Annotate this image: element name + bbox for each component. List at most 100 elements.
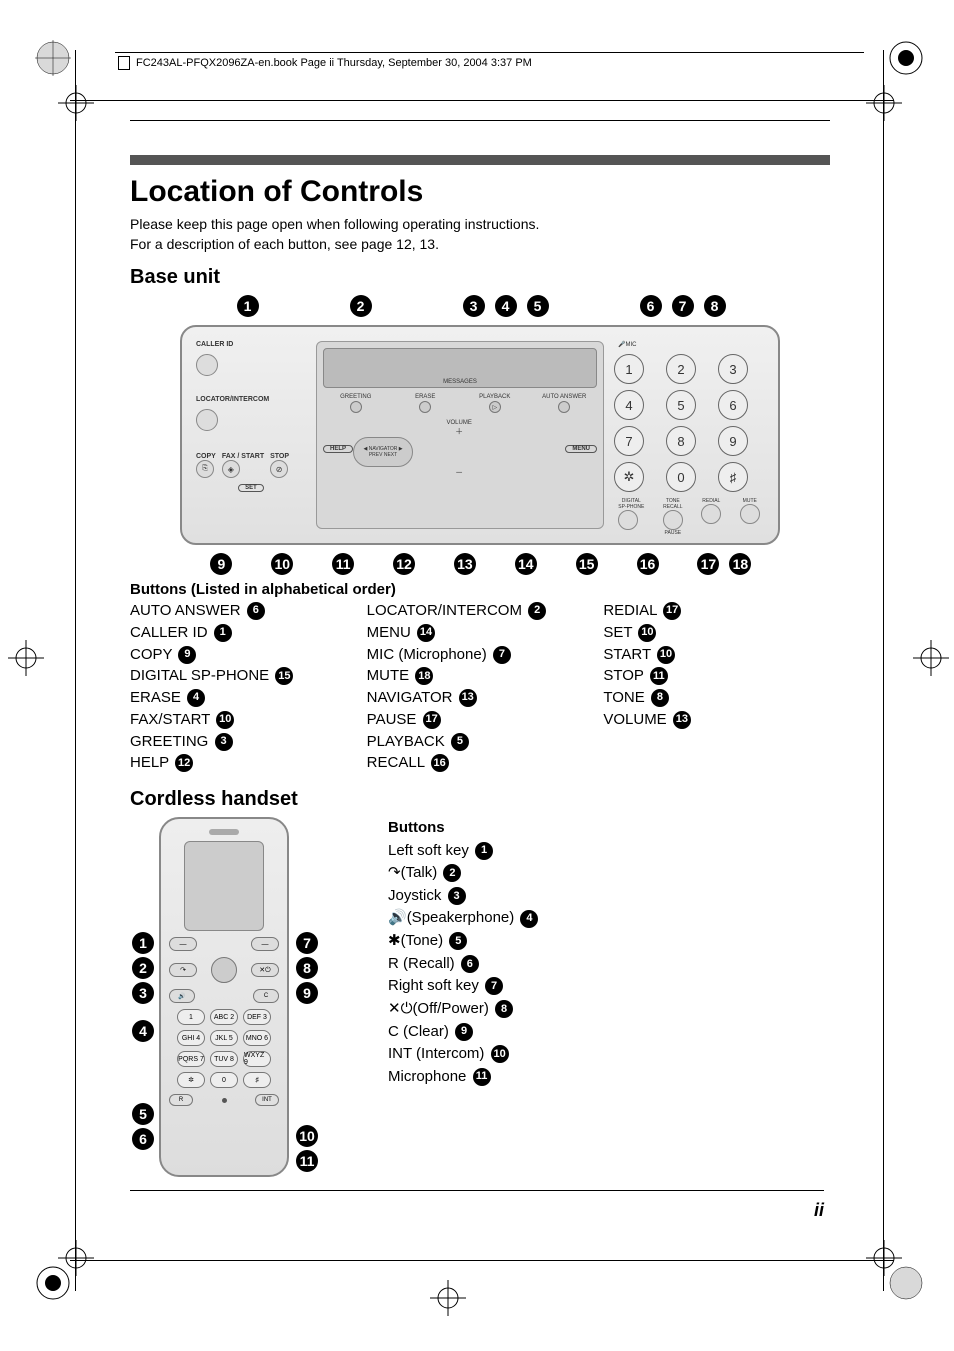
handset-screen	[184, 841, 264, 931]
callout-number: 1	[132, 932, 154, 954]
callout-number: 12	[175, 754, 193, 772]
button-label: HELP	[130, 754, 173, 771]
callout-number: 14	[417, 624, 435, 642]
callout-number: 7	[493, 646, 511, 664]
handset-button-label: C (Clear)	[388, 1023, 453, 1040]
handset-buttons-list: Buttons Left soft key 1↷ (Talk) 2Joystic…	[388, 817, 538, 1088]
caller-id-button	[196, 354, 218, 376]
button-label: COPY	[130, 646, 176, 663]
button-list-item: COPY 9	[130, 644, 357, 666]
button-label: MIC (Microphone)	[367, 646, 491, 663]
handset-button-item: R (Recall) 6	[388, 953, 538, 976]
callout-number: 14	[515, 553, 537, 575]
button-label: START	[603, 646, 655, 663]
handset-button-label: Left soft key	[388, 842, 473, 859]
callout-number: 11	[473, 1068, 491, 1086]
callout-number: 4	[495, 295, 517, 317]
keypad-key: 2	[666, 354, 696, 384]
button-list-item: SET 10	[603, 622, 830, 644]
button-list-item: GREETING 3	[130, 731, 357, 753]
callout-number: 10	[491, 1045, 509, 1063]
handset-button-label: INT (Intercom)	[388, 1045, 489, 1062]
label-copy: COPY	[196, 453, 216, 460]
crosshair-icon	[8, 640, 44, 676]
button-list-item: PAUSE 17	[367, 709, 594, 731]
button-label: MENU	[367, 624, 415, 641]
handset-button-label: Right soft key	[388, 977, 483, 994]
base-unit-diagram: 12345678 CALLER ID LOCATOR/INTERCOM COPY…	[160, 295, 800, 575]
button-list-item: CALLER ID 1	[130, 622, 357, 644]
handset-button-label: (Talk)	[401, 864, 442, 881]
button-label: NAVIGATOR	[367, 689, 457, 706]
crop-line-top	[70, 100, 894, 101]
button-list-item: PLAYBACK 5	[367, 731, 594, 753]
keypad-key: 7	[614, 426, 644, 456]
section-bar	[130, 155, 830, 165]
handset-keypad-key: 1	[177, 1009, 205, 1025]
recall-button-handset: R	[169, 1094, 193, 1106]
callout-number: 3	[132, 982, 154, 1004]
callout-number: 8	[651, 689, 669, 707]
sp-phone-button	[618, 510, 638, 530]
handset-button-item: Right soft key 7	[388, 975, 538, 998]
bottom-rule	[130, 1190, 824, 1191]
button-label: FAX/START	[130, 711, 214, 728]
handset-button-label: Microphone	[388, 1068, 471, 1085]
buttons-list-title: Buttons (Listed in alphabetical order)	[130, 581, 830, 598]
set-button: SET	[238, 484, 264, 492]
button-label: REDIAL	[603, 602, 661, 619]
button-list-item: START 10	[603, 644, 830, 666]
page-number: ii	[814, 1200, 824, 1221]
handset-button-item: Microphone 11	[388, 1066, 538, 1089]
handset-keypad-key: MNO 6	[243, 1030, 271, 1046]
crosshair-icon	[913, 640, 949, 676]
mute-button	[740, 504, 760, 524]
handset-keypad-key: PQRS 7	[177, 1051, 205, 1067]
callout-number: 9	[455, 1023, 473, 1041]
display-screen: MESSAGES	[323, 348, 597, 388]
button-label: TONE	[603, 689, 649, 706]
callout-number: 10	[657, 646, 675, 664]
button-list-item: REDIAL 17	[603, 600, 830, 622]
speakerphone-button: 🔊	[169, 989, 195, 1003]
copy-button: ⎘	[196, 460, 214, 478]
callout-number: 11	[650, 667, 668, 685]
keypad-key: 3	[718, 354, 748, 384]
fax-start-button: ◈	[222, 460, 240, 478]
registration-mark-icon	[35, 40, 71, 76]
button-list-item: MENU 14	[367, 622, 594, 644]
intro-text: Please keep this page open when followin…	[130, 215, 830, 254]
callout-number: 7	[296, 932, 318, 954]
callout-number: 6	[461, 955, 479, 973]
offpower-icon: ✕⏻	[388, 998, 412, 1021]
handset-button-label: R (Recall)	[388, 955, 459, 972]
menu-button: MENU	[565, 445, 597, 453]
button-list-item: MUTE 18	[367, 665, 594, 687]
callout-number: 11	[332, 553, 354, 575]
callout-number: 13	[454, 553, 476, 575]
handset-keypad-key: ✲	[177, 1072, 205, 1088]
handset-keypad-key: 0	[210, 1072, 238, 1088]
handset-button-item: ✕⏻ (Off/Power) 8	[388, 998, 538, 1021]
left-soft-key: —	[169, 937, 197, 951]
callout-number: 3	[463, 295, 485, 317]
button-label: GREETING	[130, 733, 213, 750]
label-stop: STOP	[270, 453, 289, 460]
off-power-button: ✕⏻	[251, 963, 279, 977]
callout-number: 9	[178, 646, 196, 664]
callout-number: 10	[296, 1125, 318, 1147]
handset-keypad-key: ♯	[243, 1072, 271, 1088]
button-label: VOLUME	[603, 711, 671, 728]
keypad-key: ✲	[614, 462, 644, 492]
button-label: ERASE	[130, 689, 185, 706]
button-label: CALLER ID	[130, 624, 212, 641]
callout-number: 4	[187, 689, 205, 707]
callout-number: 11	[296, 1150, 318, 1172]
callout-number: 17	[697, 553, 719, 575]
stop-button: ⊘	[270, 460, 288, 478]
handset-keypad-key: WXYZ 9	[243, 1051, 271, 1067]
playback-button: ▷	[489, 401, 501, 413]
callout-number: 18	[415, 667, 433, 685]
crop-line-left	[75, 50, 76, 1291]
handset-keypad-key: DEF 3	[243, 1009, 271, 1025]
